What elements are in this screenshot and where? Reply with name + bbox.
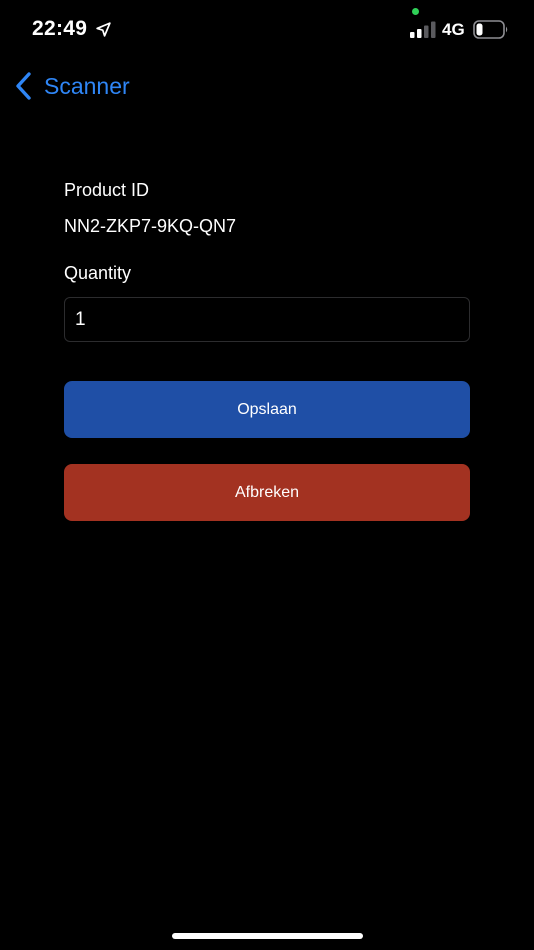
privacy-indicator-dot — [412, 8, 419, 15]
product-form: Product ID NN2-ZKP7-9KQ-QN7 Quantity Ops… — [64, 178, 470, 521]
product-id-label: Product ID — [64, 180, 150, 200]
save-button[interactable]: Opslaan — [64, 381, 470, 438]
network-type-label: 4G — [442, 20, 465, 39]
product-id-value: NN2-ZKP7-9KQ-QN7 — [64, 216, 237, 236]
location-arrow-icon — [96, 22, 111, 37]
signal-icon — [410, 21, 436, 38]
quantity-input[interactable] — [64, 297, 470, 342]
cancel-button[interactable]: Afbreken — [64, 464, 470, 521]
status-bar: 22:49 4G — [0, 0, 534, 60]
battery-icon — [473, 20, 508, 39]
status-time: 22:49 — [32, 17, 88, 40]
quantity-label: Quantity — [64, 263, 132, 283]
back-button[interactable]: Scanner — [14, 68, 130, 104]
chevron-left-icon — [16, 72, 31, 100]
back-button-label: Scanner — [44, 72, 130, 99]
home-indicator[interactable] — [172, 933, 363, 939]
